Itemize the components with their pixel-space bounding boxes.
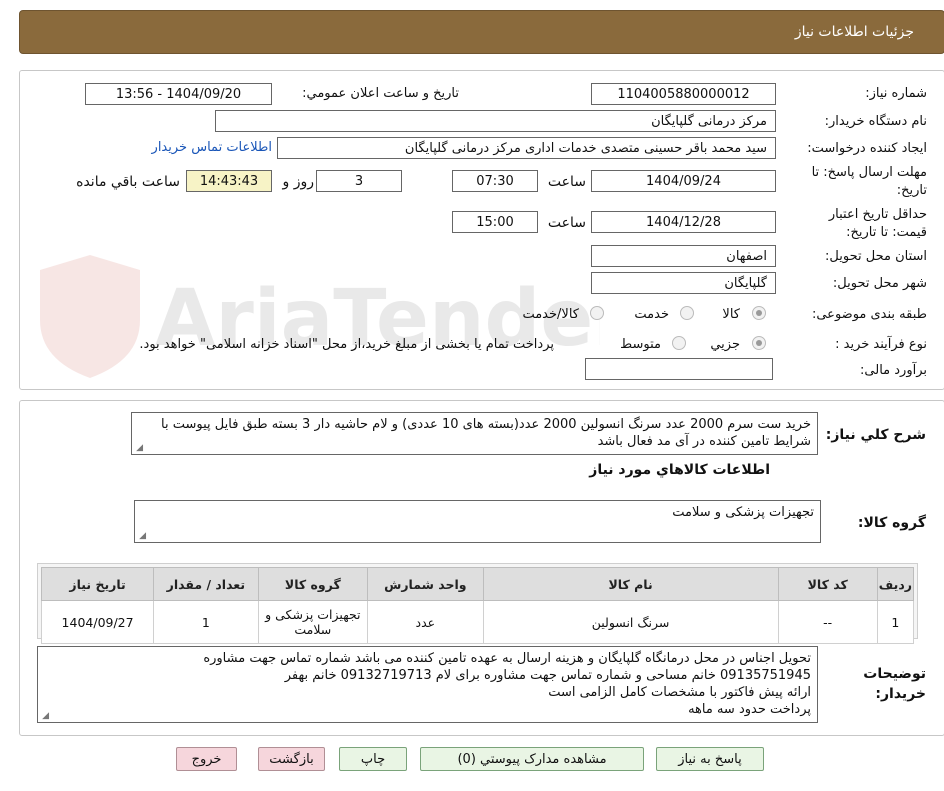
category-radio-service[interactable] xyxy=(680,306,694,320)
category-label: طبقه بندی موضوعی: xyxy=(811,307,927,322)
items-table: رديف کد کالا نام کالا واحد شمارش گروه کا… xyxy=(40,567,915,644)
category-radio-goods[interactable] xyxy=(752,306,766,320)
process-radio-medium[interactable] xyxy=(672,336,686,350)
reply-button[interactable]: پاسخ به نیاز xyxy=(656,747,764,771)
goods-section-title: اطلاعات كالاهاي مورد نياز xyxy=(589,462,770,478)
buyer-contact-link[interactable]: اطلاعات تماس خریدار xyxy=(152,140,272,155)
col-row: رديف xyxy=(876,567,915,601)
description-label: شرح کلي نياز: xyxy=(825,427,926,443)
goods-group-label: گروه کالا: xyxy=(857,515,926,531)
view-attachments-button[interactable]: مشاهده مدارک پیوستي (0) xyxy=(420,747,644,771)
page-header: جزئیات اطلاعات نیاز xyxy=(19,10,944,54)
days-field: 3 xyxy=(316,170,402,192)
resize-grip-icon[interactable]: ◢ xyxy=(41,712,49,721)
province-field: اصفهان xyxy=(591,245,776,267)
buyer-notes-label-2: خریدار: xyxy=(875,686,926,702)
deadline-time-field: 07:30 xyxy=(452,170,538,192)
items-table-container: رديف کد کالا نام کالا واحد شمارش گروه کا… xyxy=(37,563,918,644)
table-row: 1 -- سرنگ انسولین عدد تجهیزات پزشکی و سل… xyxy=(40,600,915,644)
remaining-label: ساعت باقي مانده xyxy=(76,174,180,190)
description-textarea: خرید ست سرم 2000 عدد سرنگ انسولین 2000 ع… xyxy=(131,412,818,455)
validity-label-2: قیمت: تا تاریخ: xyxy=(846,225,927,240)
need-number-label: شماره نیاز: xyxy=(865,86,927,101)
process-option-medium: متوسط xyxy=(620,337,661,352)
estimate-label: برآورد مالی: xyxy=(860,363,927,378)
cell-group: تجهیزات پزشکی و سلامت xyxy=(257,600,369,644)
province-label: استان محل تحویل: xyxy=(825,249,927,264)
category-radio-goods-service[interactable] xyxy=(590,306,604,320)
col-code: کد کالا xyxy=(777,567,878,601)
category-option-goods: کالا xyxy=(722,307,740,322)
cell-date: 1404/09/27 xyxy=(40,600,155,644)
process-payment-note: پرداخت تمام یا بخشی از مبلغ خرید،از محل … xyxy=(139,337,554,352)
resize-grip-icon[interactable]: ◢ xyxy=(135,444,143,453)
buyer-org-label: نام دستگاه خریدار: xyxy=(824,114,927,129)
cell-qty: 1 xyxy=(153,600,259,644)
process-option-minor: جزیي xyxy=(710,337,740,352)
items-table-header: رديف کد کالا نام کالا واحد شمارش گروه کا… xyxy=(40,567,915,601)
col-group: گروه کالا xyxy=(257,567,369,601)
goods-group-value: تجهیزات پزشکی و سلامت xyxy=(672,505,814,520)
category-option-goods-service: کالا/خدمت xyxy=(522,307,579,322)
cell-row: 1 xyxy=(876,600,915,644)
announce-datetime-field: 1404/09/20 - 13:56 xyxy=(85,83,272,105)
validity-time-label: ساعت xyxy=(547,215,586,231)
back-button[interactable]: بازگشت xyxy=(258,747,325,771)
deadline-label-2: تاریخ: xyxy=(896,183,927,198)
process-radio-minor[interactable] xyxy=(752,336,766,350)
buyer-notes-textarea: تحویل اجناس در محل درمانگاه گلپایگان و ه… xyxy=(37,646,818,723)
col-unit: واحد شمارش xyxy=(367,567,484,601)
col-date: تاریخ نیاز xyxy=(40,567,155,601)
print-button[interactable]: چاپ xyxy=(339,747,407,771)
buyer-notes-label: توضیحات xyxy=(863,666,926,682)
deadline-time-label: ساعت xyxy=(547,174,586,190)
deadline-date-field: 1404/09/24 xyxy=(591,170,776,192)
deadline-label: مهلت ارسال پاسخ: تا xyxy=(811,165,927,180)
creator-label: ایجاد کننده درخواست: xyxy=(807,141,927,156)
description-text: خرید ست سرم 2000 عدد سرنگ انسولین 2000 ع… xyxy=(161,417,811,449)
page-title: جزئیات اطلاعات نیاز xyxy=(794,24,914,40)
city-field: گلپایگان xyxy=(591,272,776,294)
cell-unit: عدد xyxy=(367,600,484,644)
exit-button[interactable]: خروج xyxy=(176,747,237,771)
buyer-notes-line: 09135751945 خانم مساحی و شماره تماس جهت … xyxy=(284,668,811,683)
buyer-notes-line: ارائه پیش فاکتور با مشخصات کامل الزامی ا… xyxy=(548,685,811,700)
days-label: روز و xyxy=(282,174,315,190)
city-label: شهر محل تحویل: xyxy=(832,276,927,291)
validity-time-field: 15:00 xyxy=(452,211,538,233)
process-label: نوع فرآیند خرید : xyxy=(835,337,927,352)
buyer-org-field: مرکز درمانی گلپایگان xyxy=(215,110,776,132)
col-qty: تعداد / مقدار xyxy=(153,567,259,601)
validity-date-field: 1404/12/28 xyxy=(591,211,776,233)
remaining-time-field: 14:43:43 xyxy=(186,170,272,192)
goods-group-textarea: تجهیزات پزشکی و سلامت ◢ xyxy=(134,500,821,543)
announce-label: تاریخ و ساعت اعلان عمومي: xyxy=(302,86,459,101)
estimate-field xyxy=(585,358,773,380)
cell-code: -- xyxy=(777,600,878,644)
category-option-service: خدمت xyxy=(634,307,669,322)
buyer-notes-line: پرداخت حدود سه ماهه xyxy=(688,702,811,717)
cell-name: سرنگ انسولین xyxy=(482,600,779,644)
col-name: نام کالا xyxy=(482,567,779,601)
buyer-notes-line: تحویل اجناس در محل درمانگاه گلپایگان و ه… xyxy=(203,651,811,666)
validity-label: حداقل تاریخ اعتبار xyxy=(828,207,927,222)
resize-grip-icon[interactable]: ◢ xyxy=(138,532,146,541)
creator-field: سید محمد باقر حسینی متصدی خدمات اداری مر… xyxy=(277,137,776,159)
need-number-field: 1104005880000012 xyxy=(591,83,776,105)
